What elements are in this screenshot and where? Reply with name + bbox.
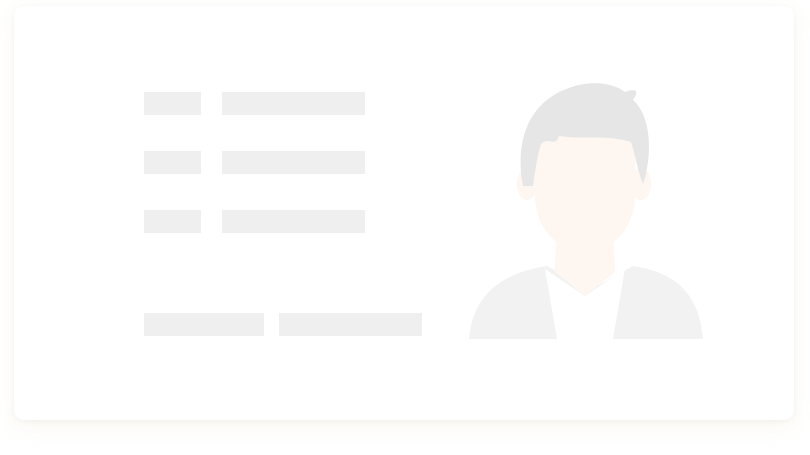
- label-placeholder-3: [144, 210, 201, 233]
- footer-placeholder-1: [144, 313, 264, 336]
- value-placeholder-2: [222, 151, 365, 174]
- person-avatar-icon: [469, 83, 703, 339]
- value-placeholder-3: [222, 210, 365, 233]
- footer-placeholder-2: [279, 313, 422, 336]
- value-placeholder-1: [222, 92, 365, 115]
- label-placeholder-1: [144, 92, 201, 115]
- label-placeholder-2: [144, 151, 201, 174]
- stage: [0, 0, 810, 455]
